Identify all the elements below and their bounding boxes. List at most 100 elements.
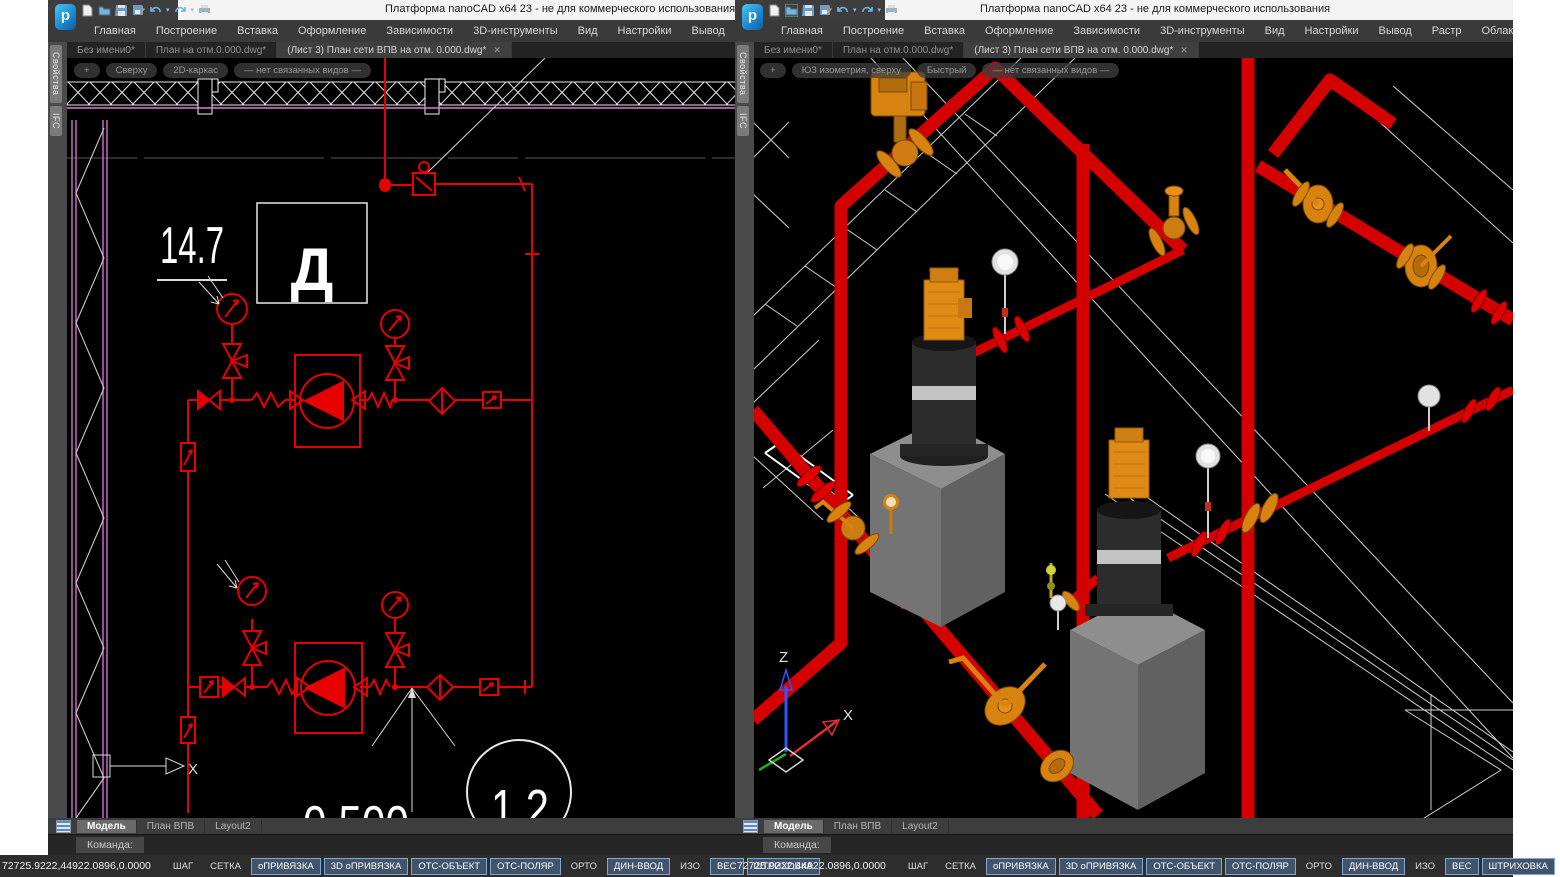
undo-caret-icon[interactable]: ▾ [853, 4, 857, 17]
layout-tab[interactable]: План ВПВ [824, 820, 892, 833]
status-toggle-button[interactable]: ОРТО [1299, 858, 1339, 875]
status-toggle-button[interactable]: ДИН-ВВОД [607, 858, 670, 875]
viewport-control-pill[interactable]: ЮЗ изометрия, сверху [792, 63, 911, 78]
close-tab-icon[interactable]: ✕ [493, 45, 501, 56]
status-toggle-button[interactable]: СЕТКА [938, 858, 983, 875]
menu-item[interactable]: Вставка [227, 25, 288, 37]
save-icon[interactable] [802, 4, 815, 17]
open-file-icon[interactable] [98, 4, 111, 17]
new-file-icon[interactable] [81, 4, 94, 17]
print-icon[interactable] [885, 4, 898, 17]
menu-item[interactable]: 3D-инструменты [1150, 25, 1255, 37]
menu-item[interactable]: Вид [568, 25, 608, 37]
pump-unit-1 [900, 268, 988, 466]
open-file-icon[interactable] [785, 4, 798, 17]
menu-item[interactable]: Главная [771, 25, 833, 37]
document-tab[interactable]: (Лист 3) План сети ВПВ на отм. 0.000.dwg… [277, 42, 512, 58]
status-toggle-button[interactable]: оПРИВЯЗКА [986, 858, 1056, 875]
status-toggle-button[interactable]: ОТС-ПОЛЯР [1225, 858, 1296, 875]
zone-letter-label: Д [291, 236, 334, 303]
status-toggle-button[interactable]: ОТС-ОБЪЕКТ [411, 858, 487, 875]
menu-item[interactable]: Зависимости [376, 25, 463, 37]
viewport-control-pill[interactable]: Быстрый [917, 63, 977, 78]
layout-tab[interactable]: Модель [764, 820, 824, 833]
status-toggle-button[interactable]: 3D оПРИВЯЗКА [324, 858, 409, 875]
viewport-control-pill[interactable]: + [74, 63, 100, 78]
document-tab[interactable]: (Лист 3) План сети ВПВ на отм. 0.000.dwg… [964, 42, 1199, 58]
menu-item[interactable]: Оформление [975, 25, 1063, 37]
command-line-bar[interactable]: Команда: [48, 834, 735, 856]
nanocad-logo[interactable]: p [55, 4, 76, 30]
pump-branch-pipes [963, 250, 1513, 603]
document-tabs: Без имени0* План на отм.0.000.dwg* (Лист… [754, 42, 1513, 58]
menu-item[interactable]: Построение [833, 25, 914, 37]
menu-item[interactable]: Вставка [914, 25, 975, 37]
status-toggle-button[interactable]: ОТС-ОБЪЕКТ [1146, 858, 1222, 875]
side-panel-tab[interactable]: Свойства [50, 45, 62, 103]
redo-icon[interactable] [174, 4, 187, 17]
menu-item[interactable]: Зависимости [1063, 25, 1150, 37]
status-toggle-button[interactable]: ИЗО [1408, 858, 1442, 875]
menu-item[interactable]: Настройки [608, 25, 682, 37]
menu-item[interactable]: Вывод [1368, 25, 1421, 37]
close-tab-icon[interactable]: ✕ [1180, 45, 1188, 56]
menu-item[interactable]: Построение [146, 25, 227, 37]
document-tab-label: (Лист 3) План сети ВПВ на отм. 0.000.dwg… [287, 45, 486, 56]
menu-item[interactable]: Настройки [1295, 25, 1369, 37]
redo-caret-icon[interactable]: ▾ [878, 4, 882, 17]
status-toggle-button[interactable]: 3D оПРИВЯЗКА [1059, 858, 1144, 875]
menu-item[interactable]: Растр [1422, 25, 1472, 37]
undo-icon[interactable] [836, 4, 849, 17]
undo-icon[interactable] [149, 4, 162, 17]
nanocad-logo[interactable]: p [742, 4, 763, 30]
side-panel-tab[interactable]: IFC [737, 106, 749, 136]
document-tab-label: Без имени0* [764, 45, 822, 56]
document-tab[interactable]: Без имени0* [67, 42, 146, 58]
layout-list-icon[interactable] [56, 820, 71, 833]
side-panel-tab[interactable]: Свойства [737, 45, 749, 103]
document-tab-label: Без имени0* [77, 45, 135, 56]
save-all-icon[interactable] [819, 4, 832, 17]
redo-caret-icon[interactable]: ▾ [191, 4, 195, 17]
viewport-control-pill[interactable]: — нет связанных видов — [234, 63, 371, 78]
2d-drawing-viewport[interactable]: + Сверху 2D-каркас — нет связанных видов — [67, 58, 735, 818]
status-toggle-button[interactable]: СЕТКА [203, 858, 248, 875]
menu-item[interactable]: Оформление [288, 25, 376, 37]
save-all-icon[interactable] [132, 4, 145, 17]
status-toggle-button[interactable]: ШАГ [901, 858, 935, 875]
layout-tab[interactable]: Layout2 [205, 820, 262, 833]
menu-item[interactable]: Вид [1255, 25, 1295, 37]
save-icon[interactable] [115, 4, 128, 17]
viewport-control-pill[interactable]: 2D-каркас [163, 63, 228, 78]
layout-tab[interactable]: План ВПВ [137, 820, 205, 833]
undo-caret-icon[interactable]: ▾ [166, 4, 170, 17]
new-file-icon[interactable] [768, 4, 781, 17]
status-toggle-button[interactable]: ШАГ [166, 858, 200, 875]
status-toggle-button[interactable]: ДИН-ВВОД [1342, 858, 1405, 875]
side-panel-strip: Свойства IFC [735, 42, 754, 818]
3d-drawing-viewport[interactable]: + ЮЗ изометрия, сверху Быстрый — нет связан… [753, 58, 1513, 818]
print-icon[interactable] [198, 4, 211, 17]
status-toggle-button[interactable]: ИЗО [673, 858, 707, 875]
document-tab[interactable]: План на отм.0.000.dwg* [146, 42, 277, 58]
layout-list-icon[interactable] [743, 820, 758, 833]
menu-item[interactable]: 3D-инструменты [463, 25, 568, 37]
menu-item[interactable]: Облака точек [1472, 25, 1514, 37]
layout-tab[interactable]: Модель [77, 820, 137, 833]
status-toggle-button[interactable]: ВЕС [1445, 858, 1479, 875]
document-tab[interactable]: Без имени0* [754, 42, 833, 58]
menu-item[interactable]: Главная [84, 25, 146, 37]
viewport-control-pill[interactable]: Сверху [106, 63, 158, 78]
menu-item[interactable]: Вывод [681, 25, 734, 37]
status-toggle-button[interactable]: оПРИВЯЗКА [251, 858, 321, 875]
status-toggle-button[interactable]: ОРТО [564, 858, 604, 875]
command-line-bar[interactable]: Команда: [735, 834, 1513, 856]
viewport-control-pill[interactable]: — нет связанных видов — [982, 63, 1119, 78]
viewport-control-pill[interactable]: + [760, 63, 786, 78]
document-tab[interactable]: План на отм.0.000.dwg* [833, 42, 964, 58]
status-toggle-button[interactable]: ОТС-ПОЛЯР [490, 858, 561, 875]
redo-icon[interactable] [861, 4, 874, 17]
status-toggle-button[interactable]: ШТРИХОВКА [1482, 858, 1555, 875]
side-panel-tab[interactable]: IFC [50, 106, 62, 136]
layout-tab[interactable]: Layout2 [892, 820, 949, 833]
